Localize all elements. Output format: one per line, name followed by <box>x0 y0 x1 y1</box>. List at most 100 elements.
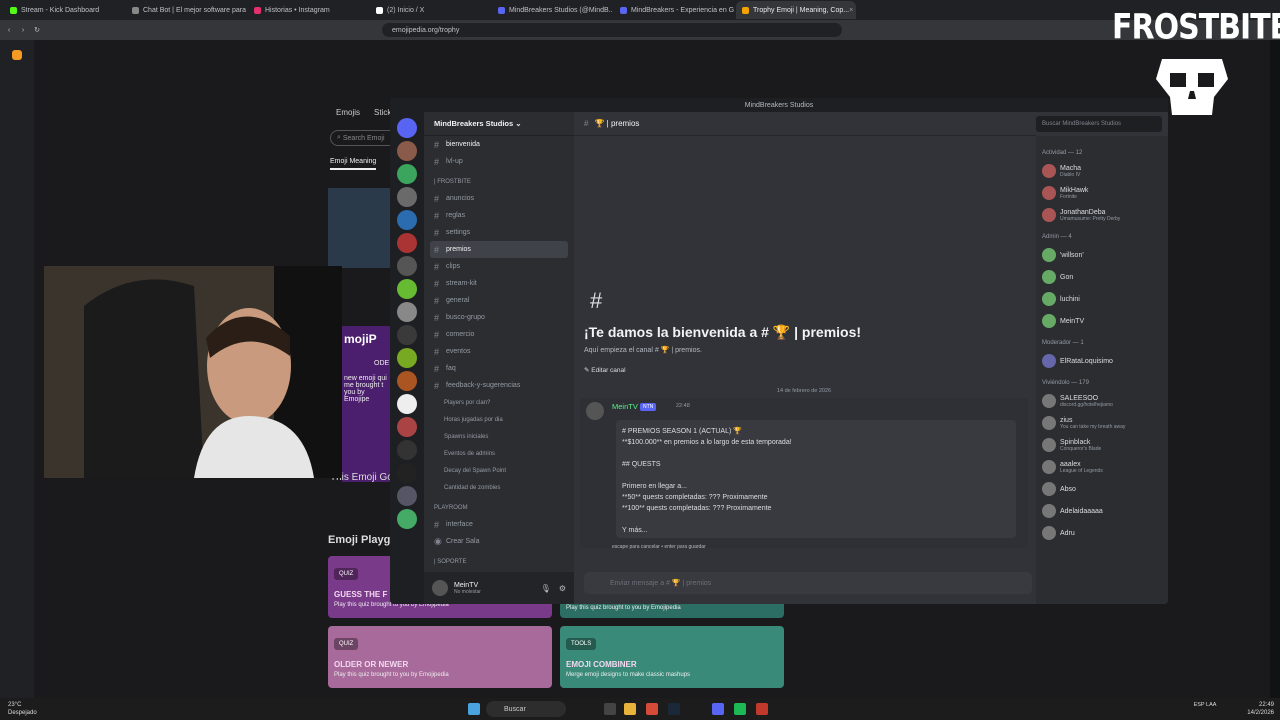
member-item[interactable]: JonathanDeba Umamusume: Pretty Derby <box>1042 204 1162 226</box>
event-thread[interactable]: Horas jugadas por dia <box>430 411 568 428</box>
brave-icon[interactable] <box>646 703 658 715</box>
quiz-card[interactable]: QUIZ OLDER OR NEWER Play this quiz broug… <box>328 626 552 688</box>
channel-crear-sala[interactable]: ◉ Crear Sala <box>430 533 568 550</box>
url-field[interactable]: emojipedia.org/trophy <box>382 23 842 37</box>
member-item[interactable]: ElRataLoquisimo <box>1042 350 1162 372</box>
channel-bienvenida[interactable]: # bienvenida <box>430 136 568 153</box>
weather-widget[interactable]: 23°C Despejado <box>8 701 37 717</box>
event-thread[interactable]: Cantidad de zombies <box>430 479 568 496</box>
browser-tab[interactable]: Chat Bot | El mejor software para pc <box>126 1 246 19</box>
category-frostbite[interactable]: | FROSTBITE <box>430 174 568 190</box>
channel-lvl-up[interactable]: # lvl-up <box>430 153 568 170</box>
edit-channel-button[interactable]: ✎ Editar canal <box>584 366 626 374</box>
server-icon[interactable] <box>397 210 417 230</box>
server-icon[interactable] <box>397 164 417 184</box>
server-icon[interactable] <box>397 302 417 322</box>
channel-settings[interactable]: # settings <box>430 224 568 241</box>
message-author[interactable]: MeinTV <box>612 402 638 411</box>
event-thread[interactable]: Eventos de admins <box>430 445 568 462</box>
channel-interface[interactable]: # interface <box>430 516 568 533</box>
member-item[interactable]: Adelaidaaaaa <box>1042 500 1162 522</box>
start-icon[interactable] <box>468 703 480 715</box>
reload-icon[interactable]: ↻ <box>32 26 42 34</box>
gear-icon[interactable]: ⚙ <box>559 584 566 593</box>
event-thread[interactable]: Spawns iniciales <box>430 428 568 445</box>
browser-tab[interactable]: Historias • Instagram <box>248 1 368 19</box>
nav-emojis[interactable]: Emojis <box>336 108 360 117</box>
member-item[interactable]: MeinTV <box>1042 310 1162 332</box>
channel-busco-grupo[interactable]: # busco-grupo <box>430 309 568 326</box>
clock[interactable]: 22:49 14/2/2026 <box>1240 701 1274 717</box>
server-icon[interactable] <box>397 463 417 483</box>
server-icon[interactable] <box>397 440 417 460</box>
back-icon[interactable]: ‹ <box>4 27 14 34</box>
app-icon[interactable] <box>756 703 768 715</box>
channel-clips[interactable]: # clips <box>430 258 568 275</box>
language-indicator[interactable]: ESP LAA <box>1190 701 1220 709</box>
spotify-icon[interactable] <box>734 703 746 715</box>
tab-emoji-meaning[interactable]: Emoji Meaning <box>330 158 377 170</box>
channel-reglas[interactable]: # reglas <box>430 207 568 224</box>
discord-icon[interactable] <box>712 703 724 715</box>
server-icon[interactable] <box>397 371 417 391</box>
member-item[interactable]: 'willson' <box>1042 244 1162 266</box>
steam-icon[interactable] <box>668 703 680 715</box>
tools-card[interactable]: TOOLS EMOJI COMBINER Merge emoji designs… <box>560 626 784 688</box>
message-input[interactable]: Enviar mensaje a # 🏆 | premios <box>584 572 1032 594</box>
browser-tab[interactable]: (2) Inicio / X <box>370 1 490 19</box>
member-item[interactable]: Abso <box>1042 478 1162 500</box>
taskbar-search[interactable]: Buscar <box>486 701 566 717</box>
member-item[interactable]: luchini <box>1042 288 1162 310</box>
server-icon[interactable] <box>397 325 417 345</box>
avatar[interactable] <box>432 580 448 596</box>
mic-icon[interactable]: 🎙 <box>541 584 551 593</box>
channel-anuncios[interactable]: # anuncios <box>430 190 568 207</box>
message-edit-field[interactable]: # PREMIOS SEASON 1 (ACTUAL) 🏆 **$100.000*… <box>616 420 1016 538</box>
server-icon[interactable] <box>397 509 417 529</box>
server-icon[interactable] <box>397 417 417 437</box>
server-icon[interactable] <box>397 118 417 138</box>
avatar <box>1042 354 1056 368</box>
channel-general[interactable]: # general <box>430 292 568 309</box>
server-icon[interactable] <box>397 187 417 207</box>
sidebar-app-icon[interactable] <box>12 50 22 60</box>
server-icon[interactable] <box>397 279 417 299</box>
server-icon[interactable] <box>397 256 417 276</box>
category-soporte[interactable]: | SOPORTE <box>430 554 568 570</box>
channel-premios[interactable]: # premios <box>430 241 568 258</box>
server-icon[interactable] <box>397 141 417 161</box>
server-icon[interactable] <box>397 394 417 414</box>
member-item[interactable]: Macha Diablo IV <box>1042 160 1162 182</box>
member-item[interactable]: aaalex League of Legends <box>1042 456 1162 478</box>
file-explorer-icon[interactable] <box>624 703 636 715</box>
browser-tab[interactable]: MindBreakers - Experiencia en Game <box>614 1 734 19</box>
task-view-icon[interactable] <box>604 703 616 715</box>
server-icon[interactable] <box>397 348 417 368</box>
event-thread[interactable]: Players por clan? <box>430 394 568 411</box>
channel-feedback-y-sugerencias[interactable]: # feedback-y-sugerencias <box>430 377 568 394</box>
member-item[interactable]: SALEESOO discord.gg/hotelhejiamo <box>1042 390 1162 412</box>
member-item[interactable]: Spinblack Conqueror's Blade <box>1042 434 1162 456</box>
browser-tab[interactable]: MindBreakers Studios (@MindB... <box>492 1 612 19</box>
nav-stickers[interactable]: Stick <box>374 108 391 117</box>
server-search-input[interactable]: Buscar MindBreakers Studios <box>1036 116 1162 132</box>
server-name-header[interactable]: MindBreakers Studios ⌄ <box>424 112 574 136</box>
member-text: SALEESOO discord.gg/hotelhejiamo <box>1060 395 1113 408</box>
member-item[interactable]: zius You can take my breath away <box>1042 412 1162 434</box>
member-item[interactable]: Gon <box>1042 266 1162 288</box>
avatar[interactable] <box>586 402 604 420</box>
member-item[interactable]: MikHawk Fortnite <box>1042 182 1162 204</box>
channel-faq[interactable]: # faq <box>430 360 568 377</box>
event-thread[interactable]: Decay del Spawn Point <box>430 462 568 479</box>
browser-tab[interactable]: Trophy Emoji | Meaning, Cop... × <box>736 1 856 19</box>
channel-comercio[interactable]: # comercio <box>430 326 568 343</box>
category-playroom[interactable]: PLAYROOM <box>430 500 568 516</box>
channel-stream-kit[interactable]: # stream-kit <box>430 275 568 292</box>
close-icon[interactable]: × <box>849 7 853 14</box>
browser-tab[interactable]: Stream - Kick Dashboard <box>4 1 124 19</box>
forward-icon[interactable]: › <box>18 27 28 34</box>
server-icon[interactable] <box>397 486 417 506</box>
member-item[interactable]: Adru <box>1042 522 1162 544</box>
server-icon[interactable] <box>397 233 417 253</box>
channel-eventos[interactable]: # eventos <box>430 343 568 360</box>
